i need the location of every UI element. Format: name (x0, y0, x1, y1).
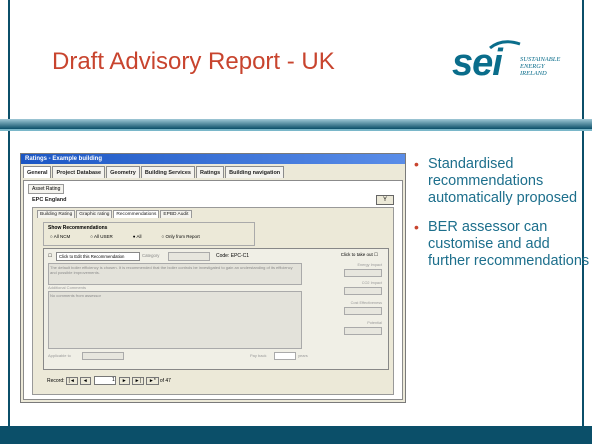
sei-logo: sei SUSTAINABLE ENERGY IRELAND (452, 38, 572, 88)
slide-title: Draft Advisory Report - UK (52, 48, 335, 75)
sub-tabs: Building Rating Graphic rating Recommend… (37, 210, 193, 218)
recommendation-text[interactable]: The default boiler efficiency is chosen.… (48, 263, 302, 285)
show-radio-group: ○ All NCM ○ All USER ● All ○ Only from R… (50, 234, 220, 239)
subtab-epbd-audit[interactable]: EPBD Audit (160, 210, 192, 218)
payback-label: Pay back (250, 353, 267, 358)
dropdown-button[interactable]: Y (376, 195, 394, 205)
bullet-item: BER assessor can customise and add furth… (412, 219, 590, 270)
header-band-line (0, 129, 592, 131)
comments-label: Additional Comments (48, 285, 87, 290)
years-label: years (298, 353, 308, 358)
tab-geometry[interactable]: Geometry (106, 166, 140, 178)
logo-text: sei (452, 42, 503, 84)
payback-input[interactable] (274, 352, 296, 360)
radio-all[interactable]: ● All (133, 234, 152, 239)
applicable-label: Applicable to (48, 353, 71, 358)
cost-effectiveness-select[interactable] (344, 307, 382, 315)
co2-impact-select[interactable] (344, 287, 382, 295)
ratings-window-screenshot: Ratings - Example building General Proje… (20, 153, 406, 403)
frame-left (8, 131, 10, 426)
record-label: Record: (47, 377, 65, 384)
show-recommendations-title: Show Recommendations (48, 225, 108, 231)
energy-impact-label: Energy Impact (357, 263, 382, 267)
edit-checkbox[interactable]: ☐ (48, 253, 52, 259)
tab-building-navigation[interactable]: Building navigation (225, 166, 285, 178)
radio-all-ncm[interactable]: ○ All NCM (50, 234, 80, 239)
edit-recommendation-field[interactable]: Click to Edit this Recommendation (56, 252, 140, 261)
category-label: Category (142, 253, 160, 258)
record-total: of 47 (159, 377, 171, 384)
window-title: Ratings - Example building (21, 154, 405, 164)
next-record-button[interactable]: ► (118, 376, 130, 385)
first-record-button[interactable]: |◄ (65, 376, 78, 385)
ratings-panel: Asset Rating EPC England Y Building Rati… (23, 180, 403, 400)
show-recommendations-group: Show Recommendations ○ All NCM ○ All USE… (43, 222, 255, 246)
cost-effectiveness-label: Cost Effectiveness (350, 301, 382, 305)
frame-left-top (8, 0, 10, 124)
potential-label: Potential (367, 321, 382, 325)
tab-project-database[interactable]: Project Database (52, 166, 106, 178)
tab-asset-rating[interactable]: Asset Rating (28, 184, 65, 194)
take-out-checkbox[interactable]: Click to take out ☐ (341, 252, 378, 258)
subtab-recommendations[interactable]: Recommendations (113, 210, 160, 218)
bullet-list: Standardised recommendations automatical… (412, 156, 590, 282)
radio-only-from-report[interactable]: ○ Only from Report (161, 234, 209, 239)
radio-all-user[interactable]: ○ All USER (90, 234, 123, 239)
last-record-button[interactable]: ►| (131, 376, 144, 385)
main-tabs: General Project Database Geometry Buildi… (21, 166, 405, 178)
header-band (0, 119, 592, 129)
tab-building-services[interactable]: Building Services (140, 166, 195, 178)
bullet-item: Standardised recommendations automatical… (412, 156, 590, 207)
tab-general[interactable]: General (23, 166, 52, 178)
subtab-building-rating[interactable]: Building Rating (37, 210, 76, 218)
potential-select[interactable] (344, 327, 382, 335)
frame-right-top (582, 0, 584, 124)
energy-impact-select[interactable] (344, 269, 382, 277)
logo-tagline: SUSTAINABLE ENERGY IRELAND (520, 56, 561, 77)
new-record-button[interactable]: ►* (145, 376, 159, 385)
co2-impact-label: CO2 Impact (361, 281, 382, 285)
slide: Draft Advisory Report - UK sei SUSTAINAB… (0, 0, 592, 444)
category-select[interactable] (168, 252, 210, 261)
subtab-graphic-rating[interactable]: Graphic rating (76, 210, 113, 218)
recommendation-form: ☐ Click to Edit this Recommendation Cate… (43, 248, 389, 370)
applicable-select[interactable] (82, 352, 124, 360)
record-number[interactable]: 1 (93, 376, 116, 385)
epc-inner-panel: Building Rating Graphic rating Recommend… (32, 207, 394, 395)
section-title: EPC England (32, 197, 67, 203)
code-label: Code: EPC-C1 (216, 253, 250, 259)
tab-ratings[interactable]: Ratings (195, 166, 225, 178)
comments-text[interactable]: No comments from assessor (48, 291, 302, 349)
prev-record-button[interactable]: ◄ (79, 376, 91, 385)
footer-band (0, 426, 592, 444)
record-navigator: Record: |◄ ◄ 1 ► ►| ►* of 47 (47, 376, 171, 385)
